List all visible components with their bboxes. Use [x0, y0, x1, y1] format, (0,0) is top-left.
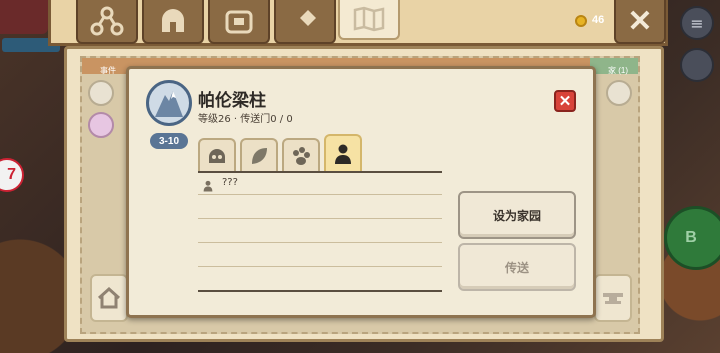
npc-row-label: ???	[222, 177, 238, 188]
home-icon	[97, 287, 121, 309]
dialog-close-button[interactable]: ✕	[554, 90, 576, 112]
paw-icon	[293, 147, 310, 165]
tab-npcs[interactable]	[324, 134, 362, 172]
tab-inventory[interactable]	[208, 0, 270, 44]
coin-icon	[575, 15, 587, 27]
list-bottom-line	[198, 290, 442, 292]
location-title: 帕伦梁柱	[198, 91, 266, 111]
close-icon: ✕	[627, 4, 653, 38]
backpack-icon	[225, 10, 253, 34]
events-header-label: 事件	[100, 66, 116, 75]
location-subtitle: 等级26 · 传送门0 / 0	[198, 114, 293, 125]
home-header-label: 家 (1)	[608, 66, 628, 75]
health-hearts	[0, 0, 48, 34]
feather-icon[interactable]	[606, 80, 632, 106]
tab-map[interactable]	[338, 0, 400, 40]
tab-plants[interactable]	[240, 138, 278, 172]
list-divider	[198, 266, 442, 267]
tab-crafting[interactable]	[274, 0, 336, 44]
close-icon: ✕	[558, 93, 572, 110]
leaf-icon	[252, 148, 267, 164]
location-emblem	[146, 80, 192, 126]
anvil-icon	[603, 293, 623, 304]
tab-equipment[interactable]	[142, 0, 204, 44]
monster-icon	[209, 149, 225, 163]
list-divider	[198, 218, 442, 219]
chat-button[interactable]	[680, 48, 714, 82]
set-home-button[interactable]: 设为家园	[458, 191, 576, 239]
b-button-label: B	[685, 229, 697, 246]
menu-button[interactable]: ≡	[680, 6, 714, 40]
close-menu-button[interactable]: ✕	[614, 0, 666, 44]
person-icon	[203, 180, 213, 192]
home-button[interactable]	[90, 274, 128, 322]
list-divider	[198, 242, 442, 243]
b-action-button[interactable]: B	[664, 206, 720, 270]
home-header: 家 (1)	[590, 58, 638, 75]
skill-tree-icon	[90, 6, 124, 36]
tab-skills[interactable]	[76, 0, 138, 44]
event-icon-1[interactable]	[88, 80, 114, 106]
tab-underline	[198, 171, 442, 173]
event-icon-2[interactable]	[88, 112, 114, 138]
level-range-badge: 3-10	[150, 133, 188, 149]
tab-monsters[interactable]	[198, 138, 236, 172]
map-icon	[353, 6, 385, 32]
anvil-button[interactable]	[594, 274, 632, 322]
coin-count: 46	[592, 14, 605, 26]
list-divider	[198, 194, 442, 195]
crafting-icon	[294, 10, 316, 32]
menu-icon: ≡	[690, 13, 704, 33]
tab-animals[interactable]	[282, 138, 320, 172]
person-icon	[335, 144, 351, 164]
teleport-button[interactable]: 传送	[458, 243, 576, 291]
quest-badge-label: 7	[7, 166, 16, 183]
mountain-icon	[155, 91, 183, 117]
helmet-icon	[162, 9, 184, 32]
